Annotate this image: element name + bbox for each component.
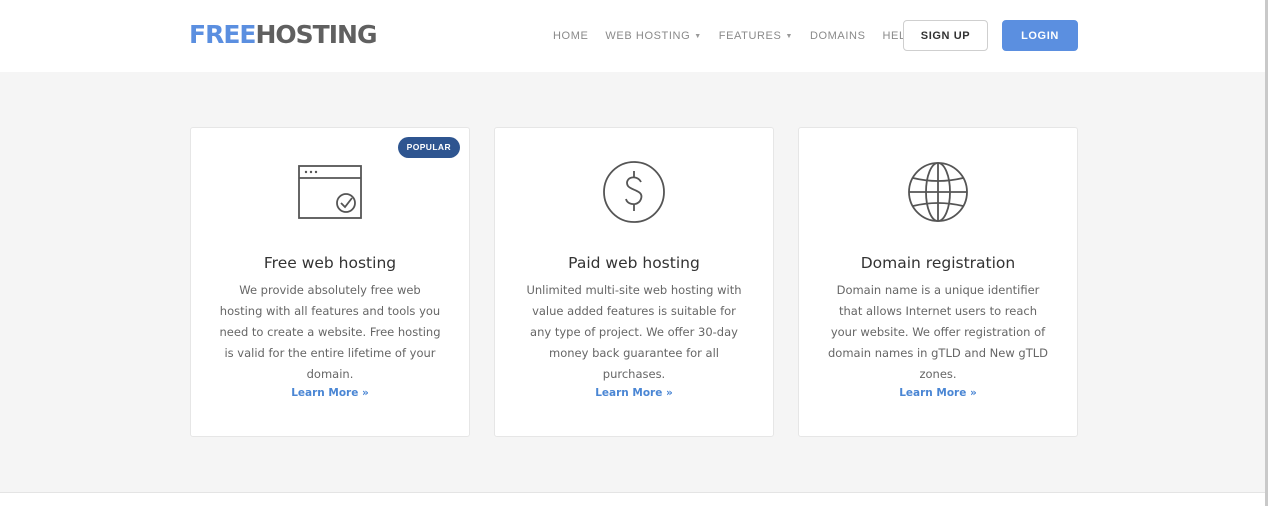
card-paid-web-hosting: Paid web hosting Unlimited multi-site we… [494, 127, 774, 437]
card-free-web-hosting: POPULAR Free web hosting We provide abso… [190, 127, 470, 437]
card-title: Paid web hosting [568, 254, 700, 272]
learn-more-link[interactable]: Learn More » [191, 387, 469, 399]
learn-more-link[interactable]: Learn More » [495, 387, 773, 399]
card-title: Domain registration [860, 254, 1016, 272]
card-description: We provide absolutely free web hosting w… [219, 283, 441, 381]
site-header: FREEHOSTING HOME WEB HOSTING ▼ FEATURES … [0, 0, 1268, 72]
brand-logo[interactable]: FREEHOSTING [189, 20, 377, 50]
nav-item-home[interactable]: HOME [553, 30, 588, 42]
popular-badge: POPULAR [397, 137, 460, 158]
nav-item-label: HOME [553, 30, 589, 42]
login-button[interactable]: LOGIN [1002, 20, 1078, 51]
card-description: Domain name is a unique identifier that … [828, 283, 1048, 381]
browser-window-check-icon [298, 165, 362, 219]
chevron-down-icon: ▼ [694, 32, 702, 40]
nav-item-web-hosting[interactable]: WEB HOSTING ▼ [605, 30, 701, 42]
card-description: Unlimited multi-site web hosting with va… [526, 283, 742, 381]
globe-icon [908, 162, 968, 222]
brand-logo-part1: FREE [189, 20, 256, 49]
brand-logo-part2: HOSTING [255, 20, 377, 49]
nav-item-label: DOMAINS [809, 30, 866, 42]
dollar-circle-icon [603, 161, 665, 223]
card-title: Free web hosting [263, 254, 397, 272]
main-nav: HOME WEB HOSTING ▼ FEATURES ▼ DOMAINS HE… [553, 0, 942, 72]
nav-item-domains[interactable]: DOMAINS [810, 30, 866, 42]
nav-item-features[interactable]: FEATURES ▼ [719, 30, 793, 42]
sign-up-button[interactable]: SIGN UP [903, 20, 988, 51]
nav-item-label: FEATURES [718, 30, 782, 42]
footer-divider [0, 492, 1268, 506]
learn-more-link[interactable]: Learn More » [799, 387, 1077, 399]
card-domain-registration: Domain registration Domain name is a uni… [798, 127, 1078, 437]
nav-item-label: WEB HOSTING [605, 30, 691, 42]
chevron-down-icon: ▼ [785, 32, 793, 40]
